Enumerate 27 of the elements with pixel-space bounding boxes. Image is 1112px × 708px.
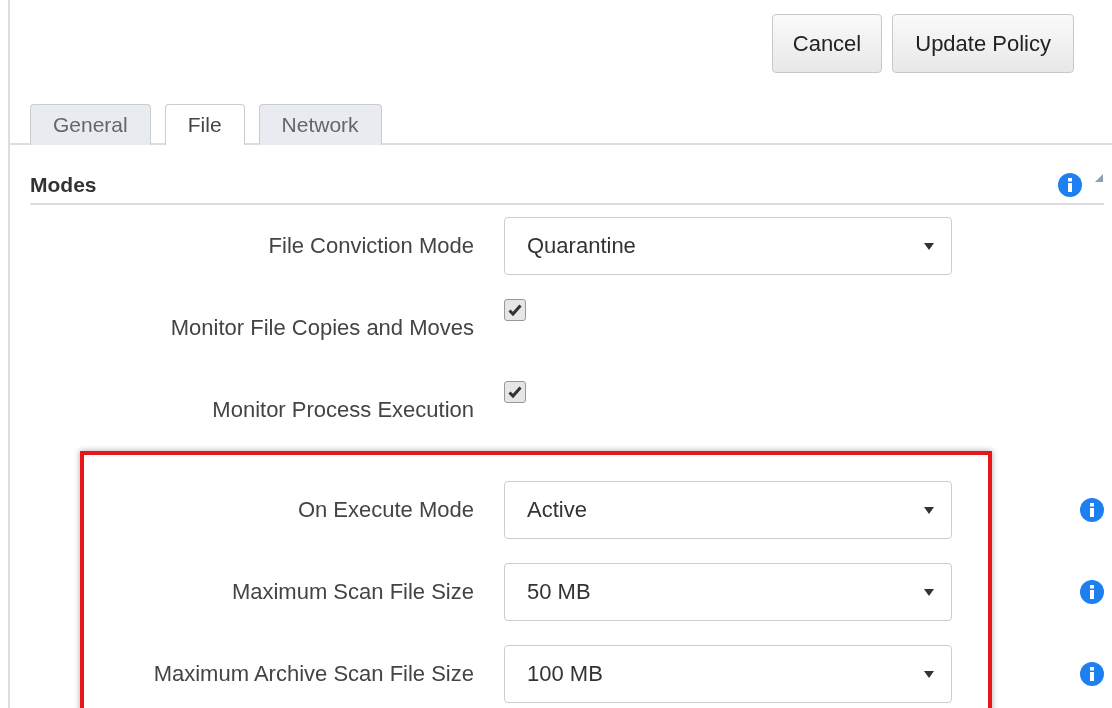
checkbox[interactable] bbox=[504, 299, 526, 321]
cancel-button[interactable]: Cancel bbox=[771, 14, 883, 73]
field-label: Maximum Archive Scan File Size bbox=[152, 661, 474, 687]
tab[interactable]: Network bbox=[258, 104, 382, 145]
field-label: On Execute Mode bbox=[296, 497, 474, 523]
caret-icon bbox=[923, 505, 935, 515]
field-label: Maximum Scan File Size bbox=[230, 579, 474, 605]
dropdown[interactable]: Quarantine bbox=[504, 217, 952, 275]
info-icon[interactable] bbox=[1080, 662, 1104, 686]
tab[interactable]: File bbox=[164, 104, 245, 145]
section-title: Modes bbox=[30, 173, 97, 197]
field-label: Monitor File Copies and Moves bbox=[169, 315, 474, 341]
info-icon[interactable] bbox=[1080, 580, 1104, 604]
dropdown[interactable]: 50 MB bbox=[504, 563, 952, 621]
info-icon[interactable] bbox=[1058, 173, 1082, 197]
field-label: File Conviction Mode bbox=[267, 233, 474, 259]
dropdown[interactable]: Active bbox=[504, 481, 952, 539]
caret-icon bbox=[923, 241, 935, 251]
checkbox[interactable] bbox=[504, 381, 526, 403]
field-label: Monitor Process Execution bbox=[211, 397, 474, 423]
dropdown[interactable]: 100 MB bbox=[504, 645, 952, 703]
tab[interactable]: General bbox=[30, 104, 151, 145]
collapse-icon[interactable] bbox=[1094, 173, 1104, 183]
update-policy-button[interactable]: Update Policy bbox=[892, 14, 1074, 73]
caret-icon bbox=[923, 587, 935, 597]
caret-icon bbox=[923, 669, 935, 679]
info-icon[interactable] bbox=[1080, 498, 1104, 522]
